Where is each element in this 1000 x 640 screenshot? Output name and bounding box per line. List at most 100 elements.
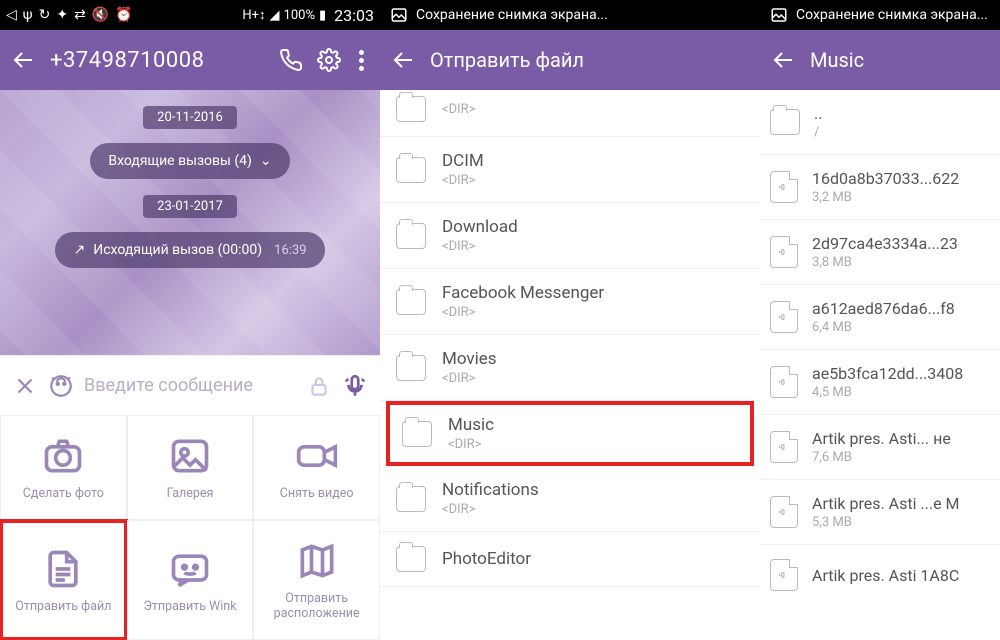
file-icon	[41, 547, 85, 591]
attach-location[interactable]: Отправить расположение	[253, 520, 380, 640]
back-triangle-icon: ◁	[6, 7, 17, 23]
chat-appbar: +37498710008	[0, 30, 380, 90]
file-picker-screen: Сохранение снимка экрана... Отправить фа…	[380, 0, 760, 640]
folder-name: DCIM	[442, 151, 484, 171]
audio-file-icon	[770, 171, 798, 203]
folder-row[interactable]: Facebook Messenger <DIR>	[380, 269, 760, 335]
folder-name: Download	[442, 217, 518, 237]
attach-photo[interactable]: Сделать фото	[0, 415, 127, 520]
camera-icon	[41, 434, 85, 478]
audio-file-icon	[770, 236, 798, 268]
audio-file-icon	[770, 496, 798, 528]
audio-file-icon	[770, 559, 798, 591]
outgoing-call-text: Исходящий вызов (00:00)	[93, 242, 262, 258]
attach-label: Отправить расположение	[254, 591, 379, 621]
back-icon[interactable]	[12, 48, 36, 72]
file-name: 2d97ca4e3334a...23	[812, 234, 958, 253]
folder-icon	[396, 355, 426, 381]
usb-icon: ψ	[23, 7, 33, 23]
folder-name: Movies	[442, 349, 497, 369]
pin-icon: ✦	[56, 7, 68, 23]
audio-file-icon	[770, 431, 798, 463]
file-name: Artik pres. Asti... не	[812, 429, 951, 448]
music-file-list[interactable]: ../ 16d0a8b37033...6223,2 MB 2d97ca4e333…	[760, 90, 1000, 605]
dir-label: <DIR>	[448, 437, 494, 452]
message-input[interactable]: Введите сообщение	[84, 375, 296, 396]
file-name: Artik pres. Asti ...e M	[812, 494, 960, 513]
incoming-calls-pill[interactable]: Входящие вызовы (4) ⌄	[90, 143, 289, 179]
file-row[interactable]: a612aed876da6...f86,4 MB	[760, 285, 1000, 350]
folder-icon	[402, 421, 432, 447]
dir-label: <DIR>	[442, 371, 497, 386]
file-size: 6,4 MB	[812, 320, 955, 335]
back-icon[interactable]	[772, 48, 796, 72]
dir-label: <DIR>	[442, 102, 475, 117]
settings-icon[interactable]	[317, 48, 341, 72]
file-row[interactable]: 2d97ca4e3334a...23 3,8 MB	[760, 220, 1000, 285]
battery-pct: 100%	[284, 8, 315, 23]
file-size: 7,6 MB	[812, 450, 951, 465]
file-row[interactable]: Artik pres. Asti ...e M 5,3 MB	[760, 480, 1000, 545]
file-row[interactable]: Artik pres. Asti... не 7,6 MB	[760, 415, 1000, 480]
saving-text: Сохранение снимка экрана...	[416, 7, 608, 23]
lock-icon[interactable]	[306, 373, 332, 399]
message-input-row: Введите сообщение	[0, 355, 380, 415]
outgoing-call-pill[interactable]: ↗ Исходящий вызов (00:00) 16:39	[55, 232, 324, 268]
attach-label: Снять видео	[276, 486, 358, 501]
folder-name: Facebook Messenger	[442, 283, 604, 303]
file-size: 3,8 MB	[812, 255, 958, 270]
folder-icon	[396, 486, 426, 512]
file-name: 16d0a8b37033...622	[812, 169, 959, 188]
folder-list[interactable]: <DIR> DCIM <DIR> Download <DIR> Facebook M…	[380, 90, 760, 587]
folder-row[interactable]: DCIM <DIR>	[380, 137, 760, 203]
chat-messages[interactable]: 20-11-2016 Входящие вызовы (4) ⌄ 23-01-2…	[0, 90, 380, 355]
more-icon[interactable]	[355, 50, 368, 71]
map-icon	[295, 539, 339, 583]
folder-row[interactable]: <DIR>	[380, 90, 760, 137]
folder-icon	[396, 96, 426, 122]
music-folder-highlight: Music<DIR>	[386, 401, 754, 466]
file-row[interactable]: ae5b3fca12dd...3408 4,5 MB	[760, 350, 1000, 415]
attach-wink[interactable]: Этправить Wink	[127, 520, 254, 640]
attach-file[interactable]: Отправить файл	[0, 520, 127, 640]
sync-icon: ↻	[39, 7, 51, 23]
file-size: 4,5 MB	[812, 385, 963, 400]
appbar-title: Music	[810, 48, 988, 72]
dir-label: <DIR>	[442, 305, 604, 320]
attach-label: Отправить файл	[11, 599, 115, 614]
file-row[interactable]: 16d0a8b37033...6223,2 MB	[760, 155, 1000, 220]
folder-row-music[interactable]: Music<DIR>	[390, 405, 750, 462]
file-name: ae5b3fca12dd...3408	[812, 364, 963, 383]
dir-label: <DIR>	[442, 239, 518, 254]
folder-row[interactable]: Movies <DIR>	[380, 335, 760, 401]
sticker-icon[interactable]	[48, 373, 74, 399]
gallery-icon	[168, 434, 212, 478]
dir-label: <DIR>	[442, 173, 484, 188]
folder-row[interactable]: Download <DIR>	[380, 203, 760, 269]
folder-row[interactable]: PhotoEditor	[380, 532, 760, 587]
phone-number[interactable]: +37498710008	[50, 48, 265, 73]
call-icon[interactable]	[279, 48, 303, 72]
folder-name: PhotoEditor	[442, 549, 531, 569]
mic-icon[interactable]	[342, 373, 368, 399]
folder-row[interactable]: Notifications<DIR>	[380, 466, 760, 532]
wink-icon	[168, 547, 212, 591]
music-appbar: Music	[760, 30, 1000, 90]
attach-gallery[interactable]: Галерея	[127, 415, 254, 520]
incoming-calls-text: Входящие вызовы (4)	[108, 153, 252, 169]
mute-icon: 🔇	[92, 7, 109, 23]
back-icon[interactable]	[392, 48, 416, 72]
date-label: 23-01-2017	[143, 195, 237, 218]
folder-icon	[396, 289, 426, 315]
parent-folder-row[interactable]: ../	[760, 90, 1000, 155]
call-time: 16:39	[274, 243, 306, 258]
file-size: 5,3 MB	[812, 515, 960, 530]
network-icon: H+↕	[242, 7, 265, 23]
attach-label: Сделать фото	[19, 486, 108, 501]
attach-label: Галерея	[163, 486, 218, 501]
file-row[interactable]: Artik pres. Asti 1A8C	[760, 545, 1000, 605]
close-icon[interactable]	[12, 373, 38, 399]
attach-video[interactable]: Снять видео	[253, 415, 380, 520]
chevron-down-icon: ⌄	[260, 153, 272, 169]
attach-label: Этправить Wink	[139, 599, 240, 614]
